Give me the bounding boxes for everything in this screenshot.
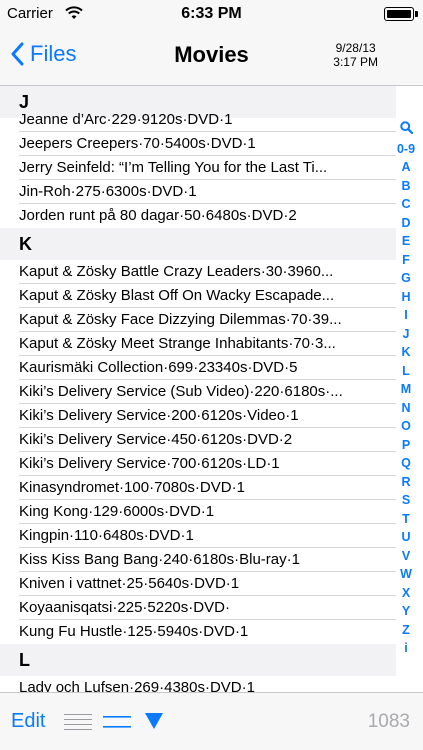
navigation-bar: Files Movies 9/28/13 3:17 PM: [0, 28, 423, 86]
index-entry[interactable]: F: [402, 251, 410, 270]
list-item[interactable]: Jorden runt på 80 dagar·50·6480s·DVD·2: [19, 204, 396, 228]
section-header-l: L: [0, 644, 396, 676]
index-entry[interactable]: E: [402, 232, 410, 251]
index-entry[interactable]: H: [401, 288, 410, 307]
sync-date: 9/28/13: [335, 41, 376, 55]
movie-list[interactable]: J Jeanne d’Arc·229·9120s·DVD·1 Jeepers C…: [0, 86, 396, 692]
index-entry[interactable]: Z: [402, 621, 410, 640]
index-entry[interactable]: i: [404, 639, 407, 658]
index-entry[interactable]: Q: [401, 454, 411, 473]
index-entry[interactable]: X: [402, 584, 410, 603]
index-entry[interactable]: Y: [402, 602, 410, 621]
index-entry[interactable]: L: [402, 362, 410, 381]
index-entry[interactable]: G: [401, 269, 411, 288]
list-item[interactable]: Kaput & Zösky Battle Crazy Leaders·30·39…: [19, 260, 396, 284]
index-entry[interactable]: N: [401, 399, 410, 418]
index-entry[interactable]: V: [402, 547, 410, 566]
index-entry[interactable]: C: [401, 195, 410, 214]
index-entry[interactable]: T: [402, 510, 410, 529]
index-entry[interactable]: S: [402, 491, 410, 510]
list-item[interactable]: Jerry Seinfeld: “I’m Telling You for the…: [19, 156, 396, 180]
index-entry[interactable]: J: [403, 325, 410, 344]
index-entry[interactable]: K: [401, 343, 410, 362]
list-item[interactable]: Lady och Lufsen·269·4380s·DVD·1: [19, 676, 396, 692]
status-bar: Carrier 6:33 PM: [0, 0, 423, 28]
index-entry[interactable]: W: [400, 565, 412, 584]
index-entry[interactable]: U: [401, 528, 410, 547]
list-item[interactable]: Jin-Roh·275·6300s·DVD·1: [19, 180, 396, 204]
index-entry[interactable]: 0-9: [397, 140, 415, 159]
list-item[interactable]: Jeanne d’Arc·229·9120s·DVD·1: [19, 108, 396, 132]
index-entry[interactable]: M: [401, 380, 411, 399]
index-entry[interactable]: I: [404, 306, 407, 325]
index-entry[interactable]: P: [402, 436, 410, 455]
list-item[interactable]: Kiki’s Delivery Service·200·6120s·Video·…: [19, 404, 396, 428]
sync-time: 3:17 PM: [333, 55, 378, 69]
bottom-toolbar: Edit 1083: [0, 692, 423, 750]
list-item[interactable]: Kung Fu Hustle·125·5940s·DVD·1: [19, 620, 396, 644]
list-item[interactable]: Kingpin·110·6480s·DVD·1: [19, 524, 396, 548]
battery-icon: [384, 7, 418, 21]
list-item[interactable]: Kaput & Zösky Meet Strange Inhabitants·7…: [19, 332, 396, 356]
edit-button[interactable]: Edit: [11, 710, 45, 733]
section-index[interactable]: 0-9 A B C D E F G H I J K L M N O P Q R …: [394, 121, 418, 658]
list-item[interactable]: Kniven i vattnet·25·5640s·DVD·1: [19, 572, 396, 596]
list-item[interactable]: Kaput & Zösky Blast Off On Wacky Escapad…: [19, 284, 396, 308]
index-entry[interactable]: A: [401, 158, 410, 177]
list-item[interactable]: Kiki’s Delivery Service·700·6120s·LD·1: [19, 452, 396, 476]
sync-timestamp: 9/28/13 3:17 PM: [333, 41, 378, 69]
item-count: 1083: [367, 711, 410, 732]
index-entry[interactable]: O: [401, 417, 411, 436]
list-item[interactable]: Kiki’s Delivery Service (Sub Video)·220·…: [19, 380, 396, 404]
index-entry[interactable]: B: [401, 177, 410, 196]
index-entry[interactable]: D: [401, 214, 410, 233]
list-item[interactable]: Kinasyndromet·100·7080s·DVD·1: [19, 476, 396, 500]
status-time: 6:33 PM: [181, 5, 242, 22]
index-entry[interactable]: R: [401, 473, 410, 492]
list-view-icon[interactable]: [103, 713, 131, 736]
section-header-k: K: [0, 228, 396, 260]
index-search-icon[interactable]: [399, 121, 413, 140]
list-item[interactable]: Jeepers Creepers·70·5400s·DVD·1: [19, 132, 396, 156]
list-item[interactable]: Kiki’s Delivery Service·450·6120s·DVD·2: [19, 428, 396, 452]
compact-list-icon[interactable]: [64, 713, 92, 736]
list-item[interactable]: King Kong·129·6000s·DVD·1: [19, 500, 396, 524]
list-item[interactable]: Kaurismäki Collection·699·23340s·DVD·5: [19, 356, 396, 380]
filter-triangle-icon[interactable]: [144, 712, 164, 735]
list-item[interactable]: Koyaanisqatsi·225·5220s·DVD·: [19, 596, 396, 620]
list-item[interactable]: Kaput & Zösky Face Dizzying Dilemmas·70·…: [19, 308, 396, 332]
list-item[interactable]: Kiss Kiss Bang Bang·240·6180s·Blu-ray·1: [19, 548, 396, 572]
